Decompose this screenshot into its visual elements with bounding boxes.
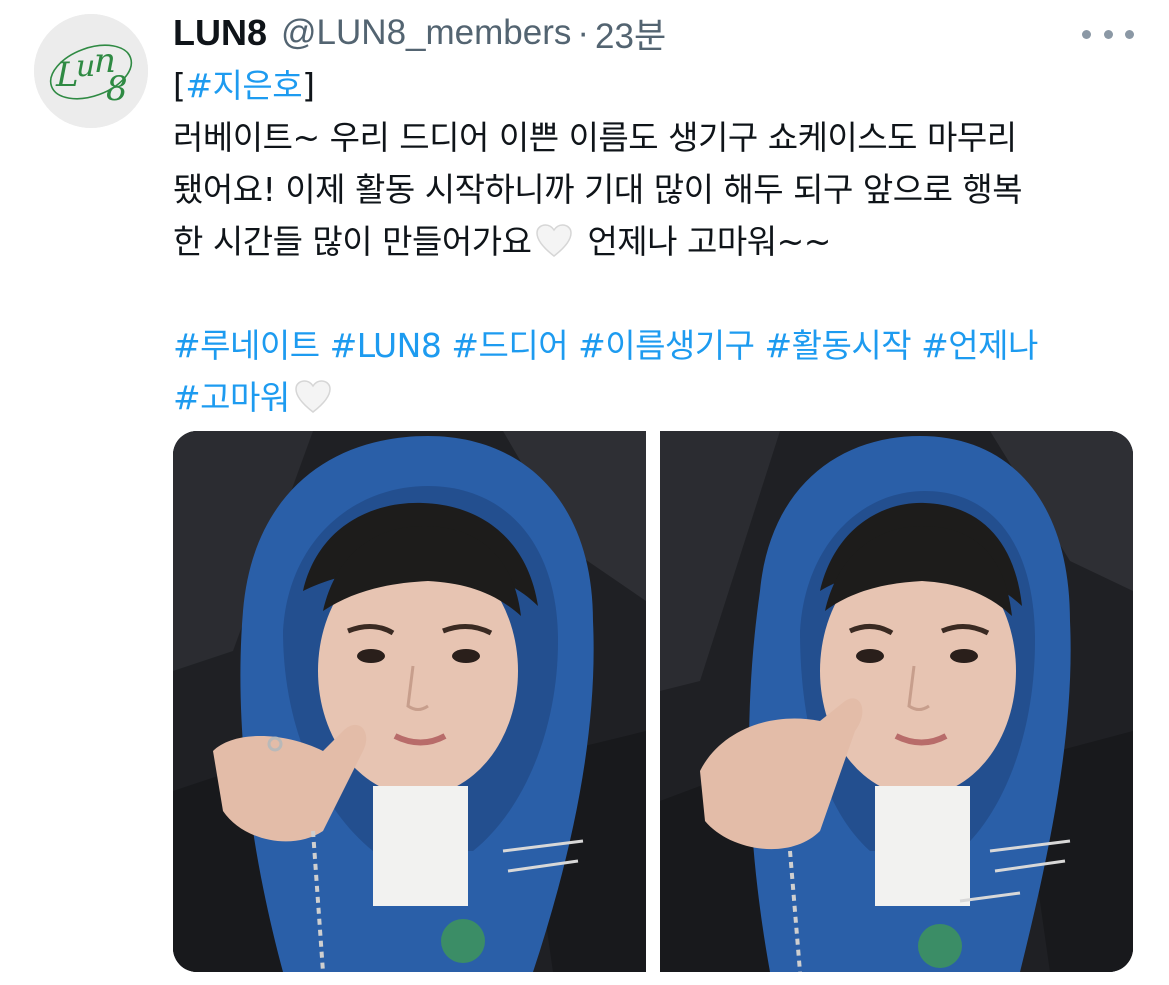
hashtag-link[interactable]: #드디어 xyxy=(451,326,568,365)
tweet-text: [#지은호] 러베이트~ 우리 드디어 이쁜 이름도 생기구 쇼케이스도 마무리… xyxy=(173,60,1148,424)
svg-text:8: 8 xyxy=(106,69,128,109)
dot xyxy=(1082,29,1091,39)
user-handle[interactable]: @LUN8_members xyxy=(281,13,571,53)
tweet-header: LUN8 @LUN8_members · 23분 xyxy=(173,10,666,56)
hashtag-link[interactable]: #고마워 xyxy=(173,378,290,417)
text-line: 됐어요! 이제 활동 시작하니까 기대 많이 해두 되구 앞으로 행복 xyxy=(173,170,1023,209)
white-heart-icon xyxy=(535,223,573,259)
photo-left[interactable] xyxy=(173,431,646,972)
white-heart-icon xyxy=(294,379,332,415)
header-separator: · xyxy=(577,13,590,52)
selfie-photo xyxy=(173,431,646,972)
text-line: 러베이트~ 우리 드디어 이쁜 이름도 생기구 쇼케이스도 마무리 xyxy=(173,118,1017,157)
lun8-logo-icon: L u n 8 xyxy=(34,14,148,128)
text-line: [#지은호] xyxy=(173,60,1148,112)
hashtag-line: #루네이트 #LUN8 #드디어 #이름생기구 #활동시작 #언제나 xyxy=(173,320,1148,372)
hashtag-link[interactable]: #지은호 xyxy=(185,66,302,105)
hashtag-link[interactable]: #루네이트 xyxy=(173,326,320,365)
photo-right[interactable] xyxy=(660,431,1133,972)
hashtag-link[interactable]: #언제나 xyxy=(921,326,1038,365)
hashtag-link[interactable]: #활동시작 xyxy=(765,326,912,365)
hashtag-link[interactable]: #LUN8 xyxy=(330,326,442,365)
dot xyxy=(1125,29,1134,39)
more-options-icon[interactable] xyxy=(1082,22,1134,46)
bracket-close: ] xyxy=(302,66,315,105)
media-grid xyxy=(173,431,1133,972)
hashtag-line: #고마워 xyxy=(173,372,1148,424)
display-name[interactable]: LUN8 xyxy=(173,12,267,54)
hashtag-link[interactable]: #이름생기구 xyxy=(578,326,755,365)
text-segment: 언제나 고마워~~ xyxy=(587,222,831,261)
avatar[interactable]: L u n 8 xyxy=(34,14,148,128)
dot xyxy=(1103,29,1113,39)
bracket-open: [ xyxy=(173,66,186,105)
text-segment: 한 시간들 많이 만들어가요 xyxy=(173,222,532,261)
svg-text:u: u xyxy=(76,49,95,84)
selfie-photo xyxy=(660,431,1133,972)
timestamp[interactable]: 23분 xyxy=(595,8,666,59)
text-line: 한 시간들 많이 만들어가요 언제나 고마워~~ xyxy=(173,216,1148,268)
tweet[interactable]: L u n 8 LUN8 @LUN8_members · 23분 [#지은호] … xyxy=(0,0,1169,985)
